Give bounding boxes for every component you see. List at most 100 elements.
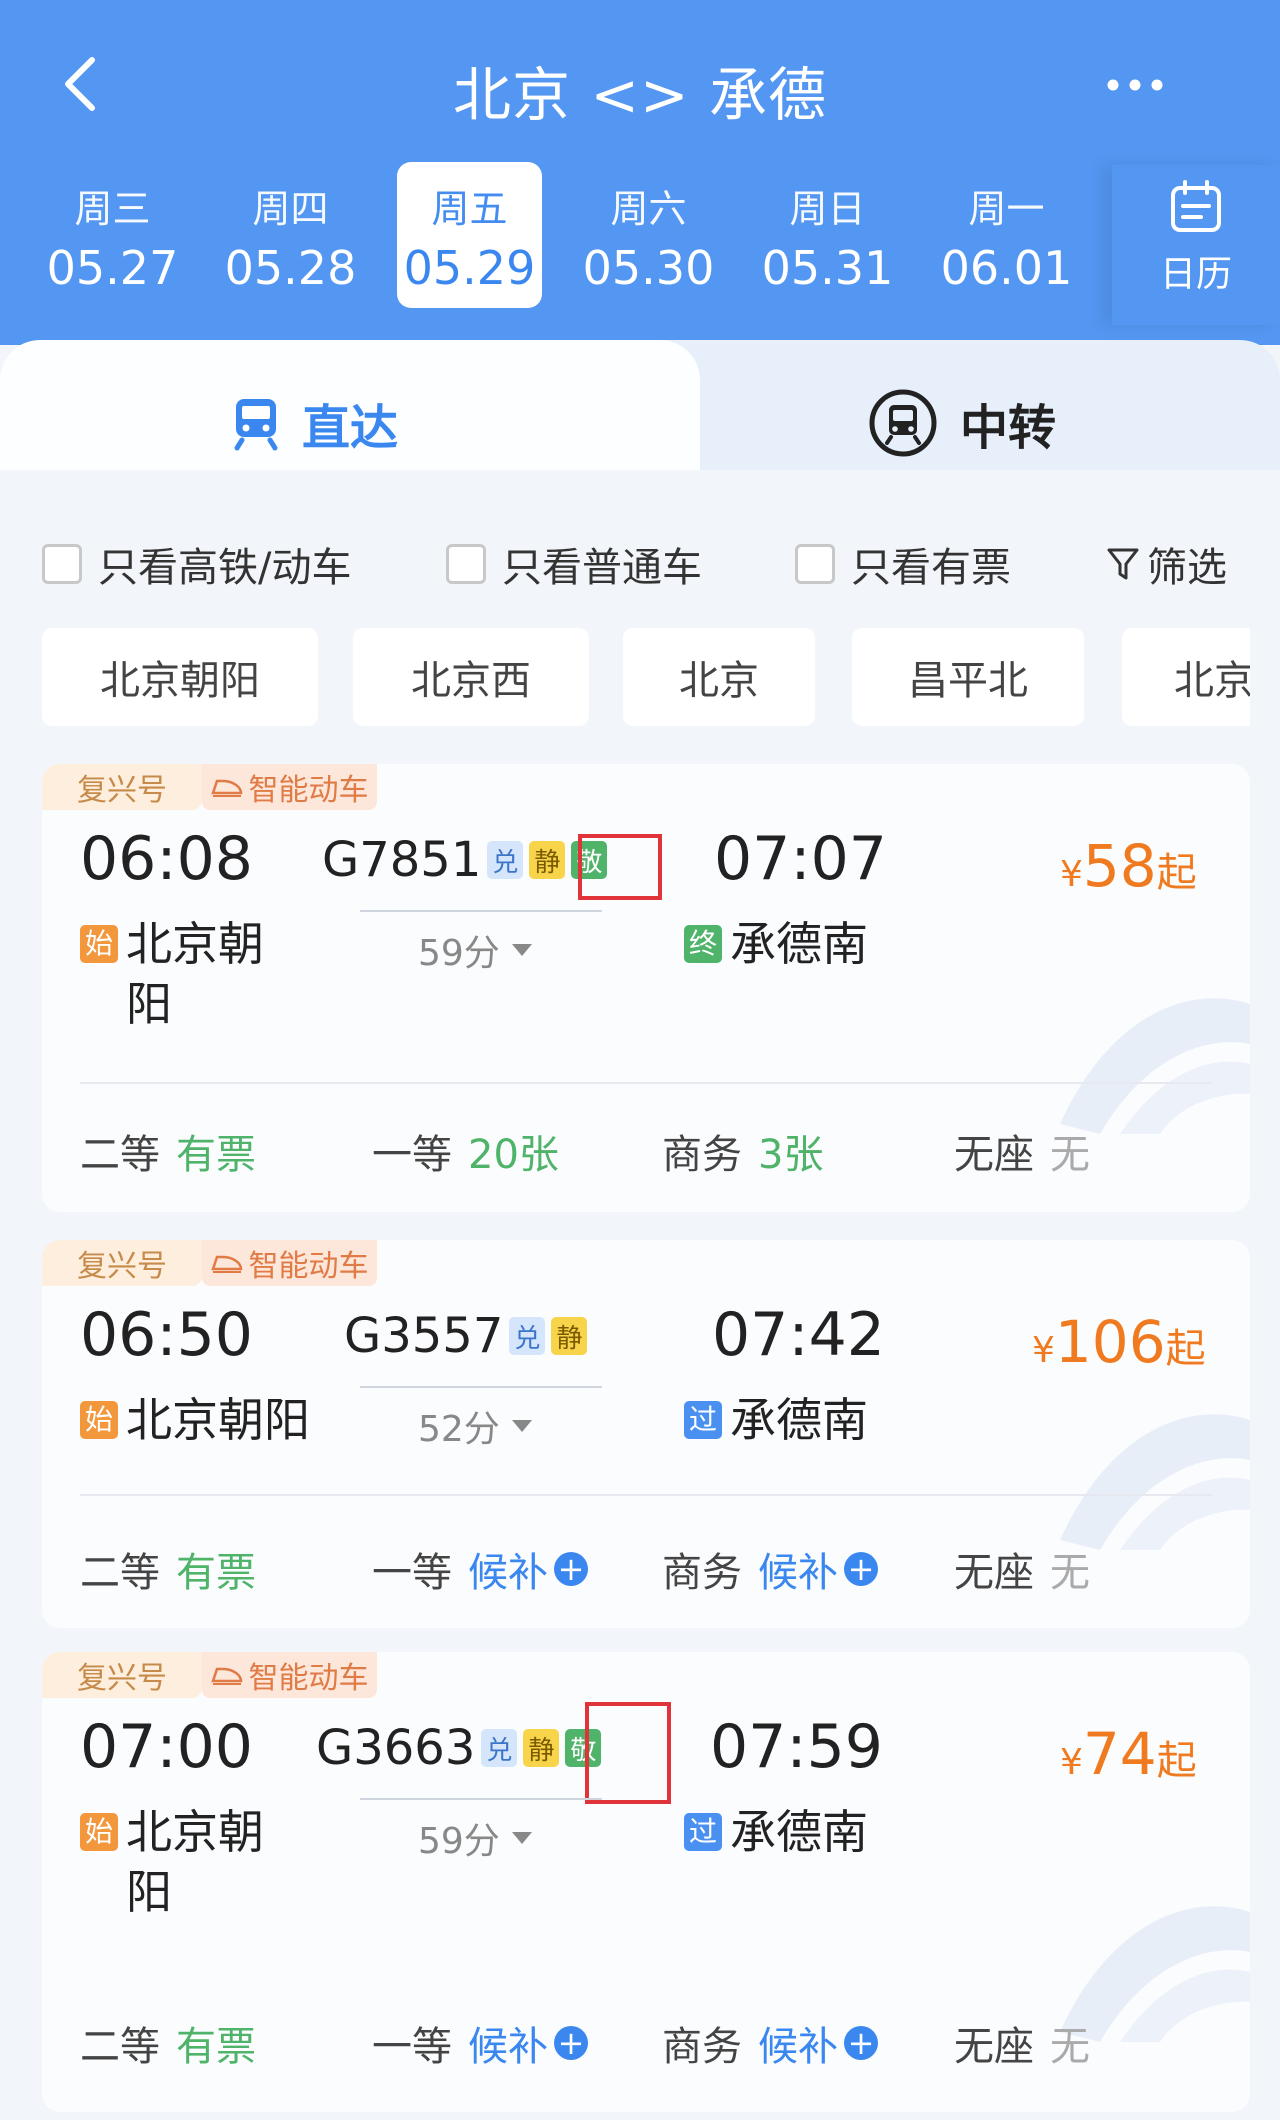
seat-first-class[interactable]: 一等 候补 +	[372, 1540, 588, 1598]
transfer-bus-icon	[869, 389, 937, 457]
filter-label: 筛选	[1147, 545, 1227, 591]
seat-class: 二等	[80, 2024, 160, 2070]
arrival-station-name: 承德南	[730, 1805, 868, 1859]
tab-direct-label: 直达	[302, 400, 399, 456]
date-item[interactable]: 周一 06.01	[934, 162, 1079, 308]
tag-points: 兑	[481, 1729, 518, 1767]
seat-class: 商务	[662, 1132, 742, 1178]
plus-circle-icon[interactable]: +	[554, 1552, 588, 1586]
station-chip[interactable]: 北京西	[353, 628, 589, 726]
checkbox-box[interactable]	[42, 544, 82, 584]
filter-button[interactable]: 筛选	[1105, 535, 1227, 593]
seat-availability: 无	[1050, 2024, 1090, 2070]
price-value: 58	[1082, 832, 1157, 900]
plus-circle-icon[interactable]: +	[844, 1552, 878, 1586]
seat-availability: 无	[1050, 1132, 1090, 1178]
seat-second-class: 二等 有票	[80, 1540, 256, 1598]
duration-toggle[interactable]: 59分	[418, 1812, 534, 1864]
tag-points: 兑	[487, 841, 524, 879]
checkbox-box[interactable]	[795, 544, 835, 584]
badge-fuxing: 复兴号	[42, 1652, 202, 1698]
date-value: 05.28	[224, 241, 357, 295]
date-item[interactable]: 周六 05.30	[576, 162, 721, 308]
pass-tag: 过	[684, 1813, 722, 1851]
price-value: 106	[1054, 1308, 1166, 1376]
train-number: G7851 兑 静 敬	[322, 832, 608, 888]
checkbox-has-ticket[interactable]: 只看有票	[795, 535, 1011, 593]
filter-bar: 只看高铁/动车 只看普通车 只看有票 筛选	[0, 525, 1280, 595]
duration-text: 52分	[418, 1409, 500, 1450]
badge-smart-emu: 智能动车	[202, 764, 377, 810]
checkbox-box[interactable]	[446, 544, 486, 584]
duration-line	[360, 910, 602, 912]
departure-time: 06:50	[80, 1300, 253, 1370]
price: ¥ 74 起	[1060, 1720, 1197, 1788]
arrival-time: 07:59	[710, 1712, 883, 1782]
origin-tag: 始	[80, 1401, 118, 1439]
more-button[interactable]	[1100, 60, 1170, 110]
seat-availability: 候补	[758, 2024, 838, 2070]
plus-circle-icon[interactable]: +	[554, 2026, 588, 2060]
badge-smart-emu: 智能动车	[202, 1652, 377, 1698]
date-item[interactable]: 周日 05.31	[755, 162, 900, 308]
train-card[interactable]: 复兴号 智能动车 06:08 G7851 兑 静 敬 59分 07:07 ¥ 5…	[42, 764, 1250, 1212]
triangle-down-icon	[511, 1420, 532, 1432]
tab-direct[interactable]: 直达	[0, 340, 700, 478]
checkbox-high-speed[interactable]: 只看高铁/动车	[42, 535, 351, 593]
divider	[80, 1082, 1212, 1084]
station-chip[interactable]: 北京	[1122, 628, 1250, 726]
plus-circle-icon[interactable]: +	[844, 2026, 878, 2060]
seat-first-class: 一等 20张	[372, 1122, 559, 1180]
seat-class: 商务	[662, 1550, 742, 1596]
station-chip[interactable]: 北京	[623, 628, 815, 726]
train-card[interactable]: 复兴号 智能动车 06:50 G3557 兑 静 52分 07:42 ¥ 106…	[42, 1240, 1250, 1628]
arrival-station: 终 承德南	[684, 914, 868, 974]
bullet-train-icon	[210, 1255, 242, 1273]
station-chip[interactable]: 昌平北	[852, 628, 1084, 726]
seat-class: 商务	[662, 2024, 742, 2070]
date-value: 05.31	[761, 241, 894, 295]
seat-business-class[interactable]: 商务 候补 +	[662, 1540, 878, 1598]
arrival-station-name: 承德南	[730, 917, 868, 971]
price-currency: ¥	[1060, 1742, 1083, 1783]
date-item-selected[interactable]: 周五 05.29	[397, 162, 542, 308]
price-suffix: 起	[1156, 850, 1197, 896]
arrival-time: 07:42	[712, 1300, 885, 1370]
train-number-text: G7851	[322, 832, 482, 888]
seat-availability: 有票	[176, 2024, 256, 2070]
arrival-station-name: 承德南	[730, 1393, 868, 1447]
seat-availability: 候补	[758, 1550, 838, 1596]
tag-points: 兑	[509, 1317, 546, 1355]
arrival-station: 过 承德南	[684, 1802, 868, 1862]
duration-toggle[interactable]: 52分	[418, 1400, 534, 1452]
calendar-button[interactable]: 日历	[1112, 165, 1280, 325]
station-chip-row: 北京朝阳 北京西 北京 昌平北 北京	[0, 628, 1250, 728]
page-title: 北京 <> 承德	[452, 61, 828, 129]
seat-first-class[interactable]: 一等 候补 +	[372, 2014, 588, 2072]
origin-tag: 始	[80, 925, 118, 963]
checkbox-label: 只看有票	[851, 545, 1011, 591]
price: ¥ 58 起	[1060, 832, 1197, 900]
date-weekday: 周三	[74, 187, 151, 231]
departure-station-name: 北京朝阳	[126, 1805, 264, 1919]
checkbox-label: 只看高铁/动车	[98, 545, 352, 591]
train-card[interactable]: 复兴号 智能动车 07:00 G3663 兑 静 敬 59分 07:59 ¥ 7…	[42, 1652, 1250, 2112]
date-item[interactable]: 周三 05.27	[40, 162, 185, 308]
checkbox-normal-train[interactable]: 只看普通车	[446, 535, 702, 593]
pass-tag: 过	[684, 1401, 722, 1439]
station-chip[interactable]: 北京朝阳	[42, 628, 318, 726]
bullet-train-icon	[210, 1667, 242, 1685]
badge-smart-emu-label: 智能动车	[248, 773, 369, 808]
duration-text: 59分	[418, 933, 500, 974]
highlight-box	[578, 834, 662, 900]
arrival-station: 过 承德南	[684, 1390, 868, 1450]
funnel-icon	[1107, 548, 1139, 580]
date-value: 05.30	[582, 241, 715, 295]
seat-availability: 3张	[758, 1132, 824, 1178]
tab-transfer[interactable]: 中转	[650, 340, 1280, 470]
seat-business-class[interactable]: 商务 候补 +	[662, 2014, 878, 2072]
duration-toggle[interactable]: 59分	[418, 924, 534, 976]
seat-class: 无座	[954, 2024, 1034, 2070]
tab-transfer-label: 中转	[960, 400, 1057, 456]
date-item[interactable]: 周四 05.28	[218, 162, 363, 308]
